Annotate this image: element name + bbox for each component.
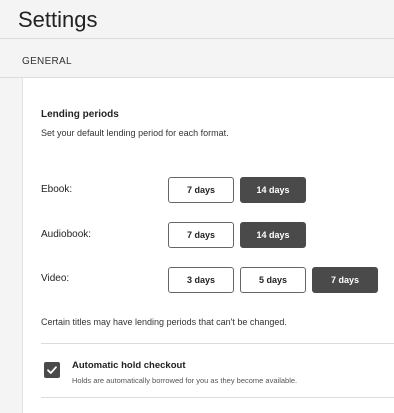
auto-hold-title: Automatic hold checkout bbox=[72, 360, 186, 371]
lending-periods-title: Lending periods bbox=[41, 109, 119, 120]
audiobook-label: Audiobook: bbox=[41, 229, 92, 240]
divider bbox=[41, 343, 394, 344]
section-label-general: GENERAL bbox=[22, 56, 72, 67]
divider bbox=[41, 397, 394, 398]
audiobook-14-days-button[interactable]: 14 days bbox=[240, 222, 306, 248]
lending-periods-note: Certain titles may have lending periods … bbox=[41, 317, 287, 327]
auto-hold-checkbox[interactable] bbox=[44, 362, 60, 378]
video-label: Video: bbox=[41, 273, 70, 284]
checkmark-icon bbox=[47, 366, 57, 374]
audiobook-7-days-button[interactable]: 7 days bbox=[168, 222, 234, 248]
video-3-days-button[interactable]: 3 days bbox=[168, 267, 234, 293]
auto-hold-description: Holds are automatically borrowed for you… bbox=[72, 376, 298, 385]
page-title: Settings bbox=[18, 7, 98, 32]
video-5-days-button[interactable]: 5 days bbox=[240, 267, 306, 293]
ebook-label: Ebook: bbox=[41, 184, 73, 195]
header-bar: Settings bbox=[0, 0, 394, 39]
video-7-days-button[interactable]: 7 days bbox=[312, 267, 378, 293]
ebook-14-days-button[interactable]: 14 days bbox=[240, 177, 306, 203]
lending-periods-description: Set your default lending period for each… bbox=[41, 128, 229, 138]
ebook-7-days-button[interactable]: 7 days bbox=[168, 177, 234, 203]
